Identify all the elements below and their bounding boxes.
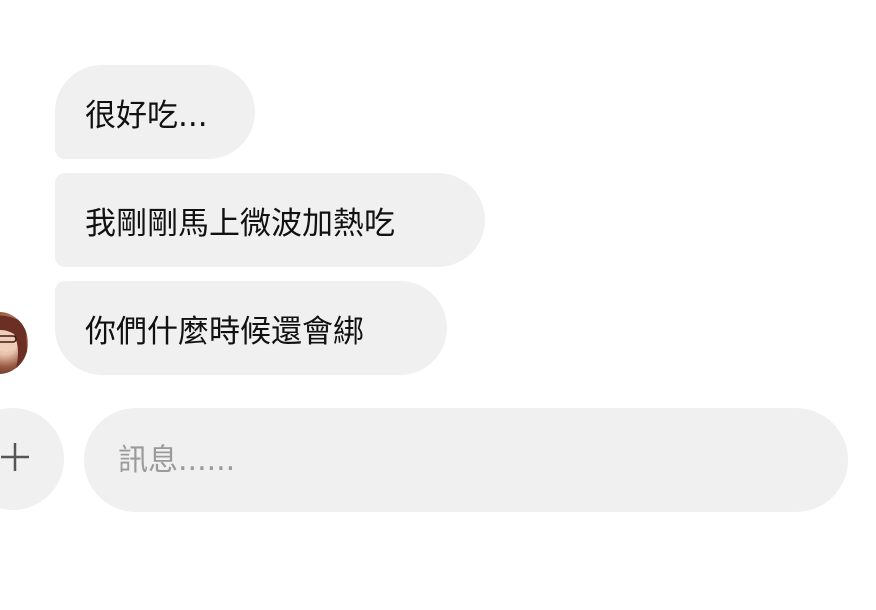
- sender-avatar[interactable]: [0, 312, 28, 374]
- chat-screen: 很好吃... 我剛剛馬上微波加熱吃 你們什麼時候還會綁: [0, 0, 876, 610]
- message-text: 你們什麼時候還會綁: [85, 313, 364, 350]
- user-avatar-icon: [0, 315, 28, 374]
- message-input[interactable]: [116, 441, 816, 479]
- message-text: 很好吃...: [85, 97, 208, 134]
- plus-icon: [1, 443, 29, 471]
- message-composer[interactable]: [84, 408, 848, 512]
- message-bubble[interactable]: 很好吃...: [55, 65, 255, 159]
- add-attachment-button[interactable]: [0, 408, 64, 510]
- message-bubble[interactable]: 你們什麼時候還會綁: [55, 281, 447, 375]
- message-text: 我剛剛馬上微波加熱吃: [85, 205, 395, 242]
- message-bubble[interactable]: 我剛剛馬上微波加熱吃: [55, 173, 485, 267]
